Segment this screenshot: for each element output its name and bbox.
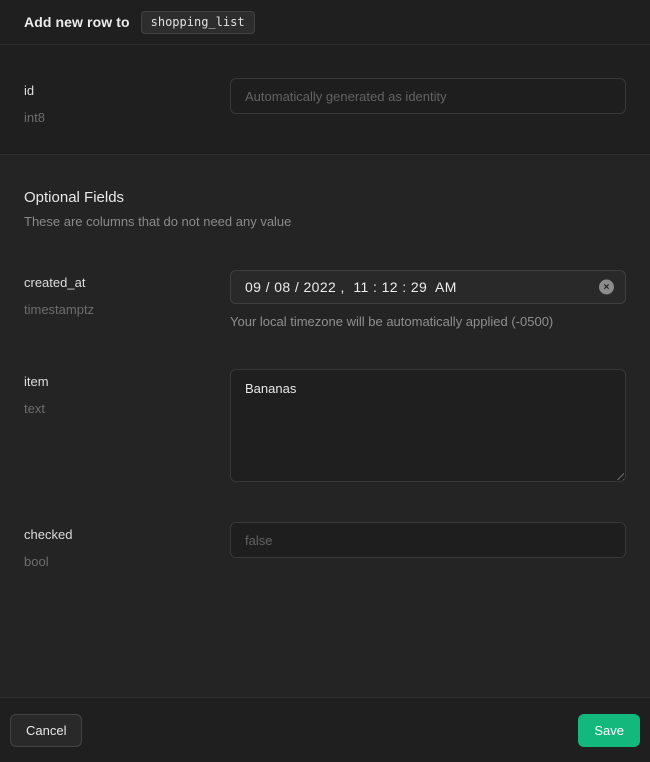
optional-fields-header: Optional Fields These are columns that d… — [0, 189, 650, 229]
clear-icon[interactable]: ✕ — [599, 280, 614, 295]
field-name-checked: checked — [24, 526, 230, 543]
field-row-item: item text Bananas — [0, 369, 650, 482]
checked-input[interactable] — [230, 522, 626, 558]
field-label-created-at: created_at timestamptz — [24, 270, 230, 318]
id-input[interactable] — [230, 78, 626, 114]
panel-header: Add new row to shopping_list — [0, 0, 650, 45]
field-type-item: text — [24, 400, 230, 417]
table-name-badge: shopping_list — [141, 11, 255, 34]
field-label-checked: checked bool — [24, 522, 230, 570]
optional-fields-title: Optional Fields — [24, 189, 626, 206]
panel-footer: Cancel Save — [0, 697, 650, 762]
field-label-id: id int8 — [24, 78, 230, 126]
save-button[interactable]: Save — [578, 714, 640, 747]
timezone-helper-text: Your local timezone will be automaticall… — [230, 314, 626, 329]
item-textarea[interactable]: Bananas — [230, 369, 626, 482]
field-row-checked: checked bool — [0, 522, 650, 570]
required-fields-section: id int8 — [0, 45, 650, 155]
field-row-created-at: created_at timestamptz 09 / 08 / 2022 , … — [0, 270, 650, 329]
field-type-checked: bool — [24, 553, 230, 570]
field-control-id — [230, 78, 626, 114]
field-name-created-at: created_at — [24, 274, 230, 291]
created-at-input[interactable]: 09 / 08 / 2022 , 11 : 12 : 29 AM ✕ — [230, 270, 626, 304]
field-control-created-at: 09 / 08 / 2022 , 11 : 12 : 29 AM ✕ Your … — [230, 270, 626, 329]
field-label-item: item text — [24, 369, 230, 417]
field-control-checked — [230, 522, 626, 558]
field-name-id: id — [24, 82, 230, 99]
optional-fields-section: Optional Fields These are columns that d… — [0, 155, 650, 697]
panel-title: Add new row to — [24, 14, 130, 30]
cancel-button[interactable]: Cancel — [10, 714, 82, 747]
optional-fields-subtitle: These are columns that do not need any v… — [24, 214, 626, 229]
field-type-id: int8 — [24, 109, 230, 126]
add-row-panel: Add new row to shopping_list id int8 Opt… — [0, 0, 650, 762]
field-name-item: item — [24, 373, 230, 390]
created-at-value: 09 / 08 / 2022 , 11 : 12 : 29 AM — [245, 279, 457, 295]
field-row-id: id int8 — [0, 78, 650, 126]
field-control-item: Bananas — [230, 369, 626, 482]
field-type-created-at: timestamptz — [24, 301, 230, 318]
item-textarea-wrap: Bananas — [230, 369, 626, 482]
